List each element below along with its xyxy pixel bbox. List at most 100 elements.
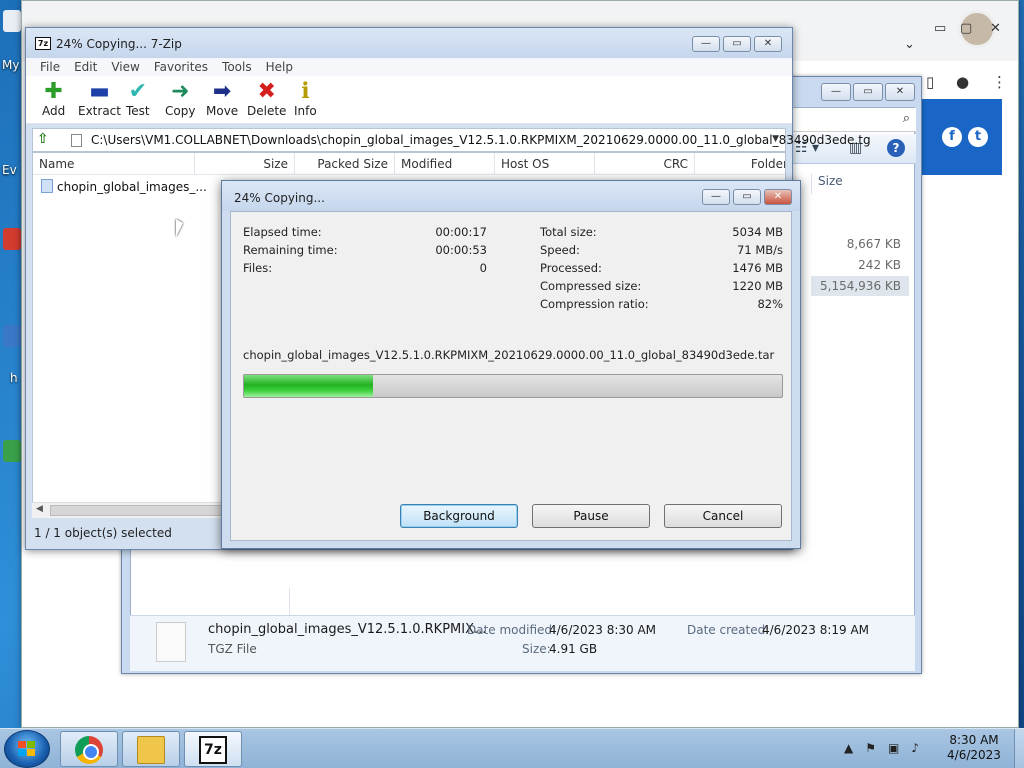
- twitter-icon[interactable]: t: [968, 127, 988, 147]
- date-created-label: Date created:: [687, 623, 770, 637]
- desktop-app-icon[interactable]: [3, 228, 21, 250]
- info-button[interactable]: ℹ Info: [294, 80, 317, 119]
- delete-button[interactable]: ✖ Delete: [247, 79, 286, 119]
- minimize-button[interactable]: —: [821, 83, 851, 101]
- network-icon[interactable]: ▣: [888, 741, 899, 755]
- clock[interactable]: 8:30 AM 4/6/2023: [944, 733, 1004, 763]
- background-button[interactable]: Background: [400, 504, 518, 528]
- progress-fill: [244, 375, 374, 397]
- volume-icon[interactable]: ♪: [911, 741, 919, 755]
- minimize-button[interactable]: —: [692, 36, 720, 52]
- cancel-button[interactable]: Cancel: [664, 504, 782, 528]
- file-icon: [156, 622, 186, 662]
- compressed-size-value: 1220 MB: [732, 279, 783, 293]
- explorer-window-controls: — ▭ ✕: [821, 83, 915, 101]
- date-modified-label: Date modified:: [467, 623, 557, 637]
- mouse-cursor: [176, 219, 183, 237]
- size-cell: 242 KB: [858, 258, 901, 272]
- desktop-app-icon[interactable]: [3, 440, 21, 462]
- column-packed-size[interactable]: Packed Size: [295, 153, 395, 175]
- maximize-button[interactable]: ▭: [733, 189, 761, 205]
- minimize-icon[interactable]: ▭: [934, 21, 946, 36]
- elapsed-time-value: 00:00:17: [435, 225, 487, 239]
- menu-view[interactable]: View: [111, 58, 139, 76]
- up-folder-icon[interactable]: ⇧: [37, 131, 49, 147]
- restore-icon[interactable]: ▢: [960, 21, 972, 36]
- clock-date: 4/6/2023: [947, 748, 1001, 762]
- move-label: Move: [206, 104, 239, 118]
- facebook-icon[interactable]: f: [942, 127, 962, 147]
- column-folder[interactable]: Folder: [695, 153, 785, 175]
- pause-button[interactable]: Pause: [532, 504, 650, 528]
- sidebar-icon[interactable]: ▯: [926, 73, 934, 91]
- column-name[interactable]: Name: [33, 153, 195, 175]
- minimize-button[interactable]: —: [702, 189, 730, 205]
- processed-value: 1476 MB: [732, 261, 783, 275]
- maximize-button[interactable]: ▭: [723, 36, 751, 52]
- start-button[interactable]: [4, 730, 50, 768]
- menu-tools[interactable]: Tools: [222, 58, 252, 76]
- extract-button[interactable]: ▬ Extract: [78, 79, 121, 119]
- extract-label: Extract: [78, 104, 121, 118]
- path-text: C:\Users\VM1.COLLABNET\Downloads\chopin_…: [91, 133, 871, 147]
- maximize-button[interactable]: ▭: [853, 83, 883, 101]
- processed-label: Processed:: [540, 261, 602, 275]
- horizontal-scrollbar[interactable]: ◀: [32, 502, 232, 518]
- taskbar-chrome[interactable]: [60, 731, 118, 767]
- show-hidden-icons-icon[interactable]: ▲: [844, 741, 853, 755]
- desktop-computer-icon[interactable]: [3, 10, 21, 32]
- dialog-body: Elapsed time: 00:00:17 Remaining time: 0…: [230, 211, 792, 541]
- 7zip-title-bar[interactable]: 7z 24% Copying... 7-Zip — ▭ ✕: [26, 28, 792, 58]
- close-button[interactable]: ✕: [754, 36, 782, 52]
- column-crc[interactable]: CRC: [595, 153, 695, 175]
- desktop-icon-label: My: [2, 58, 20, 72]
- taskbar-7zip[interactable]: 7z: [184, 731, 242, 767]
- scroll-thumb[interactable]: [50, 505, 230, 516]
- delete-x-icon: ✖: [257, 79, 276, 104]
- menu-file[interactable]: File: [40, 58, 60, 76]
- column-size[interactable]: Size: [195, 153, 295, 175]
- test-button[interactable]: ✔ Test: [126, 80, 150, 119]
- menu-favorites[interactable]: Favorites: [154, 58, 208, 76]
- chevron-down-icon[interactable]: ▼: [772, 134, 779, 144]
- desktop-app-icon[interactable]: [3, 325, 21, 347]
- list-item-name: chopin_global_images_...: [57, 180, 207, 194]
- 7zip-toolbar: ✚ Add ▬ Extract ✔ Test ➜ Copy ➡ Move ✖ D…: [26, 76, 792, 124]
- size-column-header[interactable]: Size: [811, 174, 911, 194]
- add-button[interactable]: ✚ Add: [42, 80, 66, 119]
- move-button[interactable]: ➡ Move: [206, 80, 239, 119]
- column-modified[interactable]: Modified: [395, 153, 495, 175]
- size-value: 4.91 GB: [549, 642, 598, 656]
- system-tray: ▲ ⚑ ▣ ♪: [844, 741, 919, 755]
- files-label: Files:: [243, 261, 273, 275]
- test-label: Test: [126, 104, 150, 118]
- close-button[interactable]: ✕: [764, 189, 792, 205]
- scroll-left-icon[interactable]: ◀: [36, 504, 43, 514]
- menu-edit[interactable]: Edit: [74, 58, 97, 76]
- account-icon[interactable]: ●: [956, 73, 969, 91]
- search-input[interactable]: ⌕: [791, 108, 916, 132]
- copy-button[interactable]: ➜ Copy: [165, 80, 195, 119]
- file-icon: [41, 179, 53, 193]
- help-icon[interactable]: ?: [887, 139, 905, 157]
- folder-icon: [71, 134, 82, 147]
- dialog-title-bar[interactable]: 24% Copying... — ▭ ✕: [222, 181, 800, 211]
- list-item[interactable]: chopin_global_images_...: [41, 179, 207, 194]
- add-label: Add: [42, 104, 66, 118]
- desktop-icon-label: Ev: [2, 163, 17, 177]
- window-title: 24% Copying... 7-Zip: [56, 37, 182, 51]
- chevron-down-icon[interactable]: ⌄: [904, 37, 915, 52]
- action-center-icon[interactable]: ⚑: [865, 741, 876, 755]
- show-desktop-button[interactable]: [1014, 729, 1024, 768]
- menu-dots-icon[interactable]: ⋮: [992, 73, 1007, 91]
- address-bar[interactable]: ⇧ C:\Users\VM1.COLLABNET\Downloads\chopi…: [32, 128, 871, 152]
- minus-icon: ▬: [89, 79, 110, 104]
- remaining-time-value: 00:00:53: [435, 243, 487, 257]
- taskbar-explorer[interactable]: [122, 731, 180, 767]
- close-button[interactable]: ✕: [885, 83, 915, 101]
- column-host-os[interactable]: Host OS: [495, 153, 595, 175]
- close-icon[interactable]: ✕: [990, 21, 1001, 36]
- compression-ratio-label: Compression ratio:: [540, 297, 649, 311]
- menu-bar: File Edit View Favorites Tools Help: [26, 58, 792, 76]
- menu-help[interactable]: Help: [266, 58, 293, 76]
